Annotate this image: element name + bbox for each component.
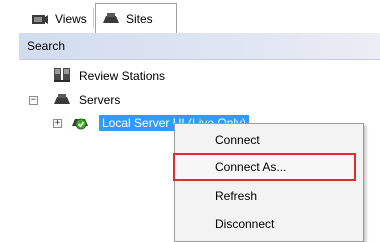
tree-item-servers[interactable]: Servers (53, 90, 120, 110)
tab-separator (93, 8, 94, 28)
review-stations-icon (53, 67, 71, 86)
tree-item-review-stations[interactable]: Review Stations (53, 66, 165, 86)
servers-label: Servers (79, 93, 121, 107)
sites-icon (102, 12, 120, 27)
tab-views-label: Views (55, 12, 87, 26)
menu-item-connect-as[interactable]: Connect As... (173, 153, 356, 181)
tab-sites[interactable]: Sites (95, 3, 177, 34)
servers-icon (53, 93, 71, 108)
search-bar[interactable]: Search (19, 33, 380, 60)
server-online-icon (71, 114, 91, 133)
menu-item-connect[interactable]: Connect (175, 126, 363, 154)
tab-sites-label: Sites (126, 12, 153, 26)
local-server-expander[interactable]: + (53, 119, 62, 128)
tab-views[interactable]: Views (25, 6, 93, 32)
context-menu: Connect Connect As... Refresh Disconnect (173, 123, 364, 242)
servers-expander[interactable]: − (29, 96, 38, 105)
review-stations-label: Review Stations (79, 69, 166, 83)
search-label: Search (27, 39, 66, 53)
tab-bar: Views Sites (19, 0, 380, 34)
menu-item-refresh[interactable]: Refresh (175, 182, 363, 210)
camera-views-icon (31, 11, 49, 28)
menu-item-disconnect[interactable]: Disconnect (175, 210, 363, 238)
